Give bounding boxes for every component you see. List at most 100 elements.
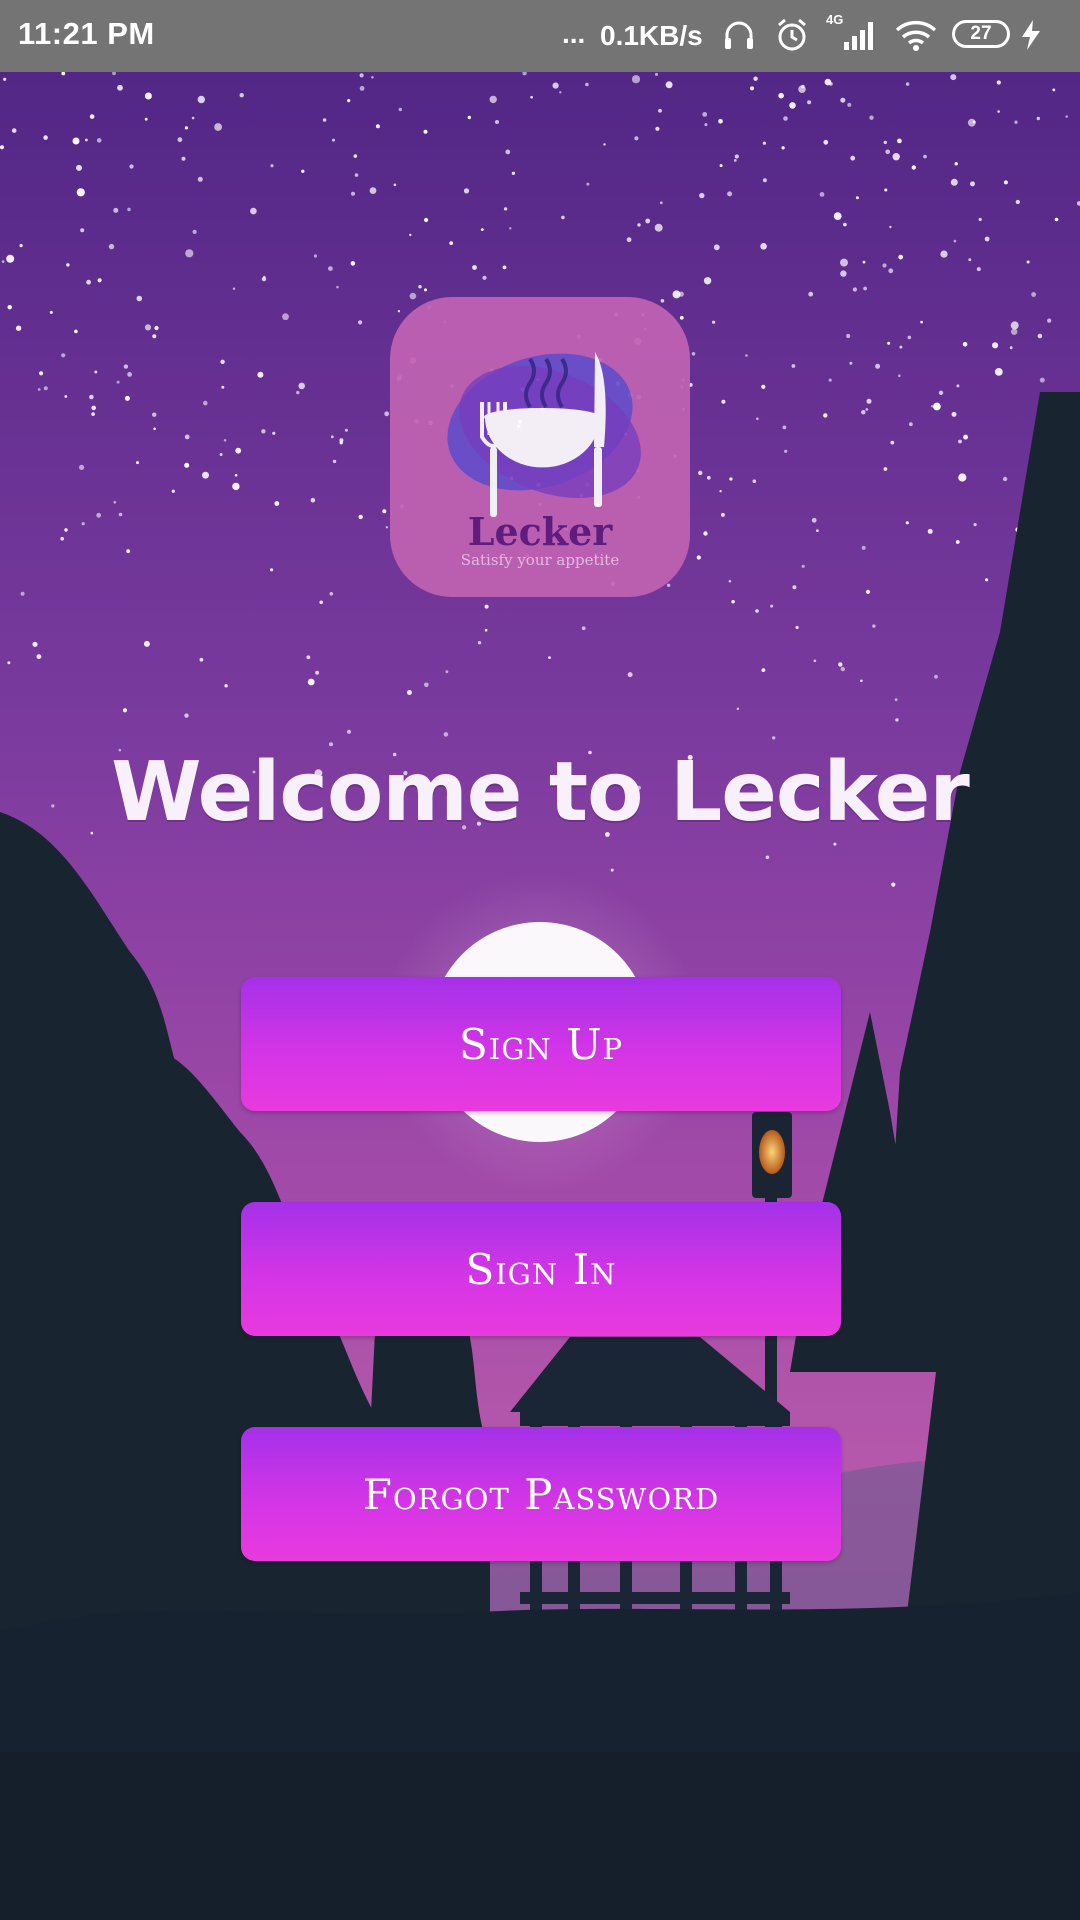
star (530, 95, 533, 99)
star (850, 155, 856, 161)
star (627, 672, 633, 678)
sign-up-button[interactable]: Sign Up (241, 977, 841, 1111)
star (509, 227, 512, 230)
star (20, 591, 25, 596)
star (96, 512, 102, 518)
star (770, 604, 774, 608)
star (976, 267, 981, 272)
star (409, 233, 412, 237)
star (734, 154, 739, 159)
star (704, 123, 708, 127)
star (548, 656, 551, 659)
status-icons: ... 0.1KB/s 4G 27 (552, 12, 1072, 58)
star (889, 225, 892, 229)
star (61, 353, 66, 358)
star (882, 263, 887, 268)
star (482, 275, 487, 280)
star (840, 270, 847, 277)
star (1047, 318, 1052, 323)
forgot-password-button[interactable]: Forgot Password (241, 1427, 841, 1561)
star (603, 143, 606, 146)
star (127, 372, 132, 377)
sign-in-button[interactable]: Sign In (241, 1202, 841, 1336)
star (1031, 292, 1036, 297)
star (865, 408, 869, 411)
star (778, 92, 784, 99)
star (875, 363, 881, 369)
star (750, 86, 754, 91)
star (43, 135, 48, 140)
star (828, 378, 832, 382)
star (124, 395, 130, 401)
star (703, 277, 712, 285)
star (823, 413, 828, 418)
star (838, 662, 843, 667)
star (958, 439, 962, 444)
star (1065, 115, 1068, 118)
star (852, 287, 858, 292)
star (728, 579, 732, 583)
star (96, 138, 102, 143)
star (840, 97, 846, 103)
star (712, 320, 716, 324)
star (892, 153, 900, 161)
welcome-title: Welcome to Lecker (111, 745, 970, 840)
star (816, 529, 819, 532)
star (1, 260, 5, 263)
star (762, 141, 767, 145)
star (698, 470, 703, 476)
star (956, 384, 960, 388)
star (223, 439, 227, 442)
star (502, 265, 507, 270)
star (883, 140, 887, 145)
star (108, 243, 115, 250)
star (610, 868, 614, 872)
star (329, 592, 334, 596)
star (424, 288, 427, 292)
star (753, 76, 758, 81)
star (184, 434, 190, 440)
star (72, 137, 80, 145)
star (631, 75, 641, 84)
status-bar: 11:21 PM ... 0.1KB/s 4G 27 (0, 0, 1080, 72)
star (846, 333, 851, 339)
star (307, 678, 315, 686)
star (997, 110, 1000, 113)
star (477, 641, 482, 645)
star (718, 119, 723, 124)
star (203, 400, 208, 406)
star (755, 609, 759, 613)
star (220, 359, 225, 364)
star (296, 390, 300, 395)
star (756, 417, 759, 421)
star (781, 146, 785, 150)
star (813, 659, 817, 663)
star (257, 371, 264, 378)
star (861, 410, 866, 415)
star (884, 188, 888, 192)
star (927, 528, 933, 534)
star (840, 666, 845, 672)
star (585, 82, 589, 87)
star (126, 549, 131, 554)
star (736, 707, 740, 710)
star (347, 99, 351, 103)
star (655, 126, 660, 131)
star (484, 628, 488, 632)
star (865, 589, 871, 594)
star (808, 291, 814, 297)
star (1037, 333, 1043, 339)
star (152, 412, 157, 417)
star (184, 462, 190, 468)
star (637, 223, 641, 227)
star (463, 188, 470, 194)
star (66, 263, 70, 267)
star (930, 405, 934, 408)
star (792, 585, 797, 590)
star (905, 521, 909, 525)
star (866, 398, 872, 404)
star (86, 279, 91, 285)
alarm-icon (778, 18, 806, 51)
star (761, 668, 766, 672)
star (445, 670, 449, 674)
